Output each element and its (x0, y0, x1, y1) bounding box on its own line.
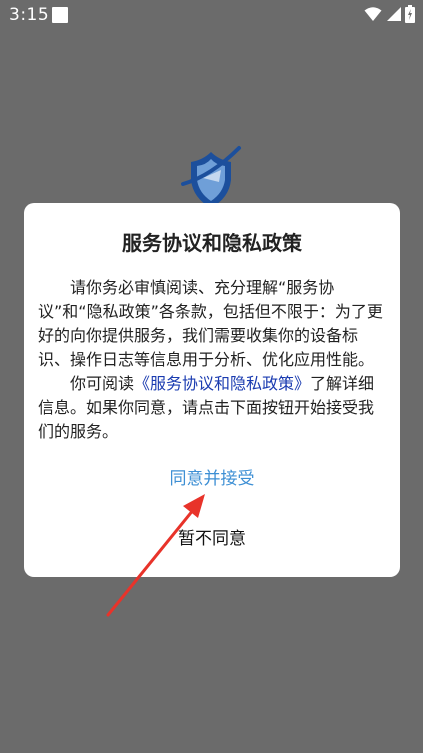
shield-logo-icon (181, 146, 241, 208)
status-time: 3:15 (9, 5, 50, 25)
policy-dialog: 服务协议和隐私政策 请你务必审慎阅读、充分理解“服务协议”和“隐私政策”各条款，… (24, 203, 400, 577)
signal-icon (387, 7, 401, 21)
dialog-paragraph-2: 你可阅读《服务协议和隐私政策》了解详细信息。如果你同意，请点击下面按钮开始接受我… (38, 372, 384, 444)
decline-button[interactable]: 暂不同意 (24, 525, 400, 553)
policy-link[interactable]: 《服务协议和隐私政策》 (134, 374, 310, 393)
notification-icon (52, 7, 68, 23)
paragraph-2-prefix: 你可阅读 (70, 374, 135, 393)
status-bar: 3:15 (0, 0, 423, 30)
wifi-icon (364, 7, 382, 21)
dialog-paragraph-1: 请你务必审慎阅读、充分理解“服务协议”和“隐私政策”各条款，包括但不限于：为了更… (38, 278, 383, 369)
battery-icon (405, 5, 415, 23)
dialog-title: 服务协议和隐私政策 (122, 231, 302, 255)
accept-button[interactable]: 同意并接受 (24, 465, 400, 493)
dialog-body: 请你务必审慎阅读、充分理解“服务协议”和“隐私政策”各条款，包括但不限于：为了更… (38, 276, 384, 444)
